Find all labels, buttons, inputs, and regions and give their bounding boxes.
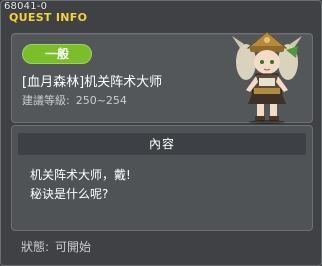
dialogue-line: 机关阵术大师，戴! [30,168,131,182]
status-value: 可開始 [55,240,92,254]
quest-dialogue: 机关阵术大师，戴! 秘诀是什么呢? [30,166,131,204]
dialogue-line: 秘诀是什么呢? [30,187,109,201]
recommended-level: 建議等級: 250~254 [22,92,133,108]
level-range: 250~254 [75,94,127,107]
quest-content-panel: 內容 机关阵术大师，戴! 秘诀是什么呢? [11,125,313,231]
status-label: 狀態: [21,240,50,254]
quest-info-window: 68041-0 QUEST INFO 一般 [血月森林]机关阵术大师 建議等級:… [0,0,322,266]
content-header: 內容 [18,133,306,155]
quest-type-badge: 一般 [22,44,92,64]
npc-portrait [232,31,302,124]
window-title: QUEST INFO [9,11,88,24]
quest-status: 狀態: 可開始 [21,238,97,255]
quest-summary-panel: 一般 [血月森林]机关阵术大师 建議等級: 250~254 [11,31,313,124]
quest-name: [血月森林]机关阵术大师 [22,75,163,90]
level-label: 建議等級: [22,94,70,107]
